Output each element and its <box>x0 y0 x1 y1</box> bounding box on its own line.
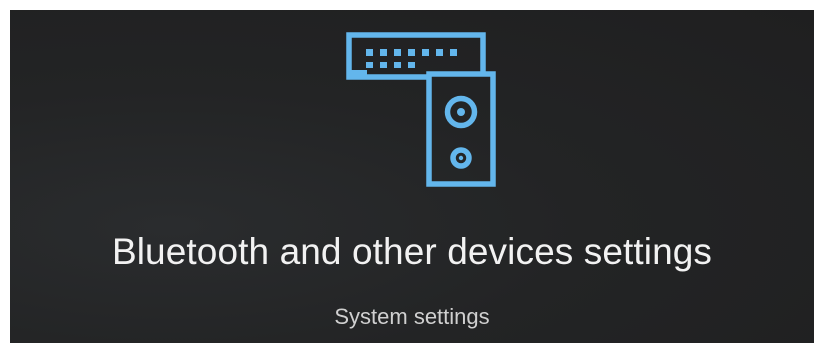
result-subtitle: System settings <box>334 304 490 329</box>
result-title: Bluetooth and other devices settings <box>111 231 713 272</box>
search-result-preview[interactable]: Bluetooth and other devices settings Sys… <box>10 10 814 343</box>
keyboard-speaker-devices-icon <box>346 32 496 187</box>
